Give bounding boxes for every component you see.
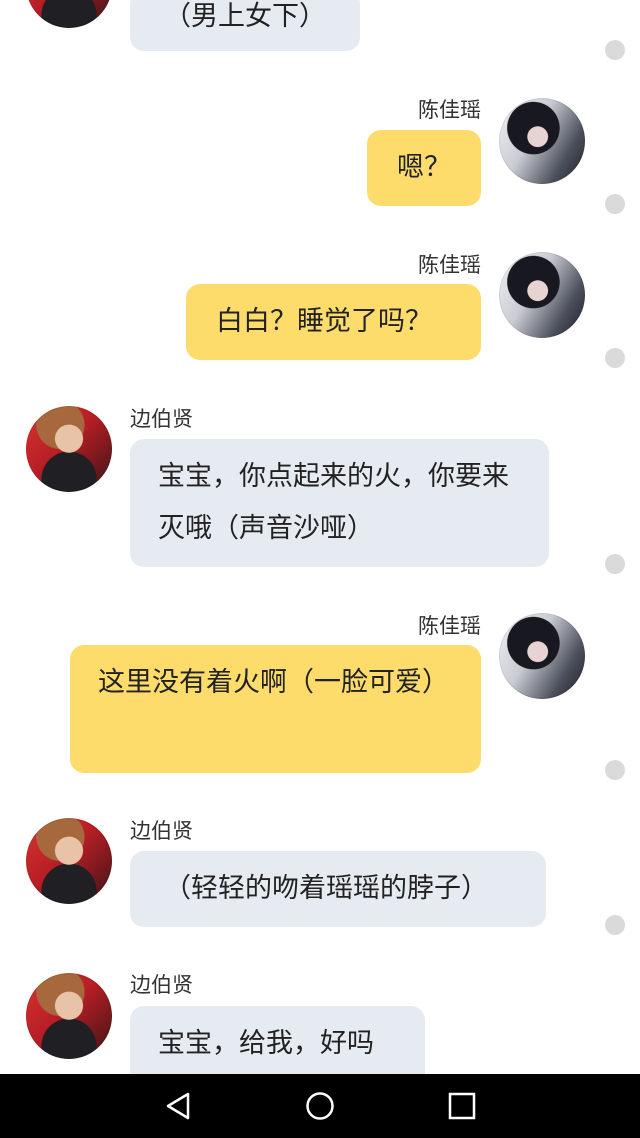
recents-icon[interactable]: [446, 1090, 478, 1122]
message-bubble[interactable]: （轻轻的吻着瑶瑶的脖子）: [130, 851, 546, 927]
avatar-bianboxian[interactable]: [26, 818, 112, 904]
chat-history[interactable]: （男上女下） 陈佳瑶 嗯？ 陈佳瑶 白白？睡觉了吗？ 边伯贤 宝宝，你点起来的火…: [0, 0, 640, 1074]
sender-name: 边伯贤: [130, 407, 193, 431]
message-bubble[interactable]: 宝宝，给我，好吗: [130, 1006, 425, 1074]
read-status-dot: [605, 40, 625, 60]
sender-name: 陈佳瑶: [418, 253, 481, 277]
message-bubble[interactable]: 白白？睡觉了吗？: [186, 284, 481, 360]
message-bubble[interactable]: （男上女下）: [130, 0, 360, 51]
avatar-bianboxian[interactable]: [26, 973, 112, 1059]
home-icon[interactable]: [304, 1090, 336, 1122]
sender-name: 陈佳瑶: [418, 98, 481, 122]
read-status-dot: [605, 915, 625, 935]
message-bubble[interactable]: 宝宝，你点起来的火，你要来灭哦（声音沙哑）: [130, 439, 549, 567]
navigation-bar: [0, 1074, 640, 1138]
read-status-dot: [605, 194, 625, 214]
sender-name: 边伯贤: [130, 973, 193, 997]
avatar-bianboxian[interactable]: [26, 406, 112, 492]
back-icon[interactable]: [162, 1090, 194, 1122]
avatar-chenjiayao[interactable]: [499, 613, 585, 699]
avatar-bianboxian[interactable]: [26, 0, 112, 28]
avatar-chenjiayao[interactable]: [499, 252, 585, 338]
read-status-dot: [605, 348, 625, 368]
read-status-dot: [605, 760, 625, 780]
read-status-dot: [605, 554, 625, 574]
avatar-chenjiayao[interactable]: [499, 98, 585, 184]
message-bubble[interactable]: 这里没有着火啊（一脸可爱）: [70, 645, 481, 773]
sender-name: 陈佳瑶: [418, 614, 481, 638]
message-bubble[interactable]: 嗯？: [367, 130, 481, 206]
sender-name: 边伯贤: [130, 819, 193, 843]
